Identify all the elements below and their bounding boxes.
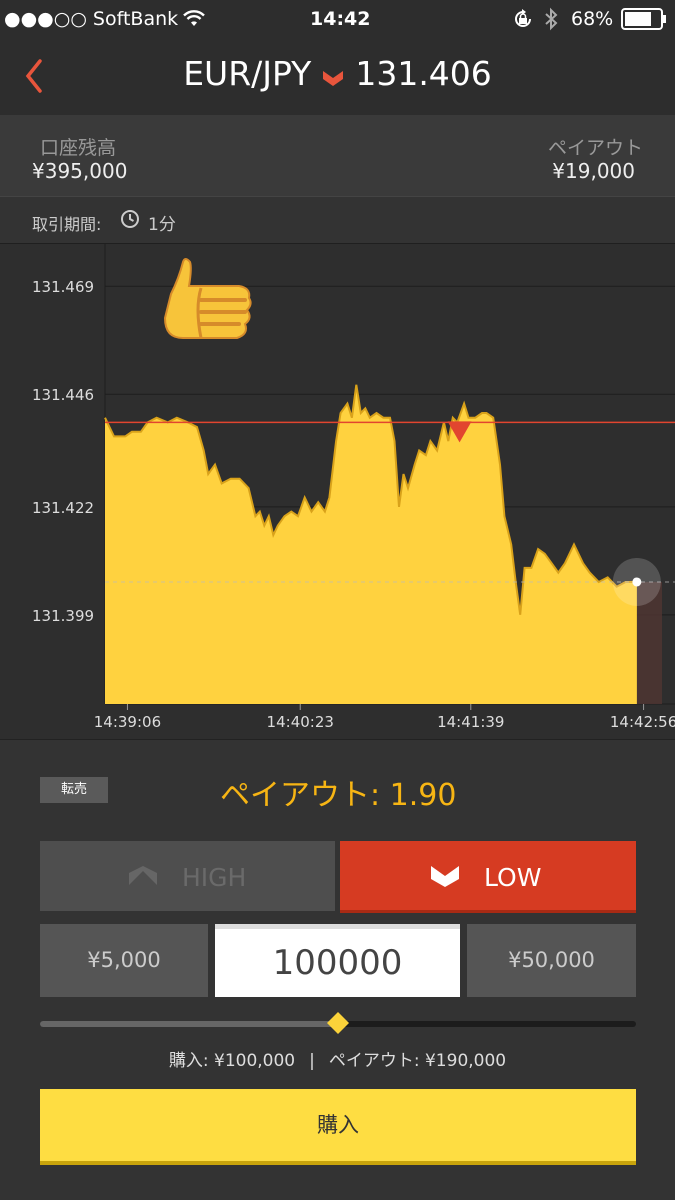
- bluetooth-icon: [545, 7, 558, 31]
- page-title: EUR/JPY 131.406: [0, 54, 675, 95]
- resell-button[interactable]: 転売: [40, 777, 108, 803]
- carrier-label: ●●●○○ SoftBank: [4, 8, 179, 30]
- period-value[interactable]: 1分: [148, 210, 176, 235]
- chevron-down-icon: [431, 866, 459, 887]
- high-label: HIGH: [182, 863, 247, 892]
- payout-value: ¥19,000: [552, 159, 635, 183]
- payout-rate: ペイアウト: 1.90: [220, 778, 457, 813]
- wifi-icon: [183, 10, 205, 26]
- rotation-lock-icon: [515, 9, 531, 27]
- trade-panel: 転売 ペイアウト: 1.90 HIGH LOW ¥5,000 ¥50,000 購…: [0, 739, 675, 1200]
- summary-payout: ペイアウト: ¥190,000: [328, 1051, 507, 1071]
- y-tick-label: 131.446: [32, 386, 94, 404]
- clock-icon: [121, 210, 139, 228]
- x-tick-label: 14:39:06: [94, 713, 161, 731]
- x-tick-label: 14:41:39: [437, 713, 504, 731]
- trading-period: 取引期間: 1分: [0, 196, 675, 244]
- x-tick-label: 14:40:23: [267, 713, 334, 731]
- preset-amount-high-button[interactable]: ¥50,000: [467, 924, 636, 997]
- price-chart: 131.469 131.446 131.422 131.399 14:39:06 14:4…: [0, 244, 675, 739]
- status-time: 14:42: [310, 8, 371, 30]
- buy-button[interactable]: 購入: [40, 1089, 636, 1165]
- payout-label: ペイアウト: [547, 137, 643, 159]
- slider-fill: [40, 1021, 338, 1027]
- slider-thumb[interactable]: [326, 1011, 350, 1035]
- x-tick-label: 14:42:56: [610, 713, 675, 731]
- battery-percent: 68%: [571, 8, 614, 30]
- balance-value: ¥395,000: [32, 159, 128, 183]
- price-chart-svg: 131.469 131.446 131.422 131.399 14:39:06 14:4…: [32, 244, 675, 731]
- low-button[interactable]: LOW: [340, 841, 636, 913]
- amount-input[interactable]: [215, 924, 460, 997]
- summary-separator: |: [309, 1051, 315, 1071]
- nav-bar: EUR/JPY 131.406: [0, 38, 675, 115]
- battery-icon: [621, 8, 666, 30]
- current-rate-dot: [632, 577, 642, 587]
- thumbs-up-icon: [163, 258, 252, 339]
- balance-label: 口座残高: [40, 137, 117, 159]
- preset-amount-low-button[interactable]: ¥5,000: [40, 924, 208, 997]
- period-label: 取引期間:: [32, 215, 102, 234]
- status-bar: ●●●○○ SoftBank 14:42 68%: [0, 0, 675, 38]
- account-summary: 口座残高 ¥395,000 ペイアウト ¥19,000: [0, 115, 675, 196]
- summary-purchase: 購入: ¥100,000: [168, 1051, 296, 1071]
- currency-pair: EUR/JPY: [183, 54, 312, 93]
- order-summary: 購入: ¥100,000 | ペイアウト: ¥190,000: [0, 1046, 675, 1071]
- price-area: [105, 384, 637, 704]
- current-price: 131.406: [355, 54, 492, 93]
- y-tick-label: 131.422: [32, 499, 94, 517]
- chevron-down-icon: [323, 70, 344, 86]
- y-tick-label: 131.399: [32, 607, 94, 625]
- high-button[interactable]: HIGH: [40, 841, 335, 911]
- low-label: LOW: [484, 863, 542, 892]
- y-tick-label: 131.469: [32, 278, 94, 296]
- chevron-up-icon: [129, 866, 157, 885]
